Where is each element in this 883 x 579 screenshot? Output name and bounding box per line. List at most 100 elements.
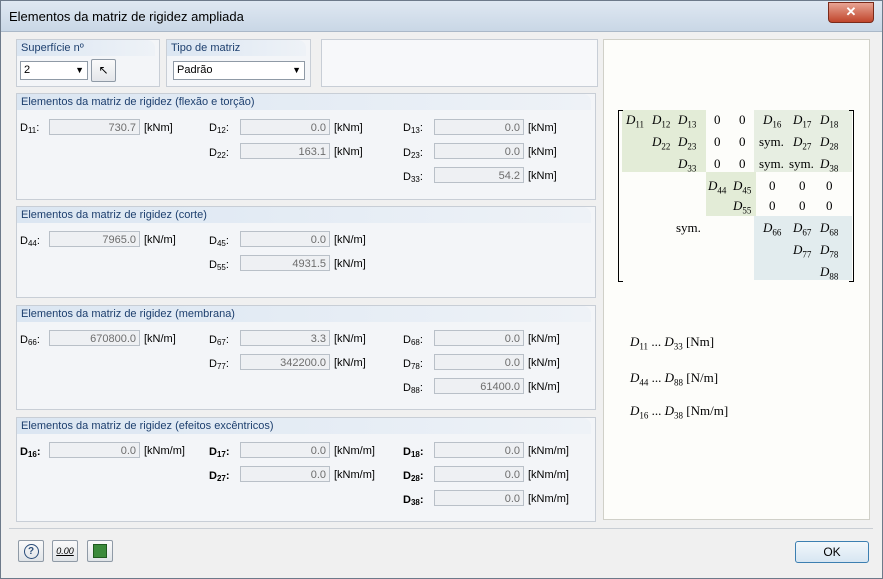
- d18-field[interactable]: 0.0: [434, 442, 524, 458]
- surface-label: Superfície nº: [17, 40, 155, 56]
- shear-group: Elementos da matriz de rigidez (corte): [16, 206, 596, 298]
- d16-field[interactable]: 0.0: [49, 442, 140, 458]
- d77-unit: [kN/m]: [334, 357, 366, 369]
- d16-unit: [kNm/m]: [144, 445, 185, 457]
- title-bar: Elementos da matriz de rigidez ampliada …: [1, 1, 882, 32]
- m-d88: D88: [820, 264, 839, 282]
- m-d45: D45: [733, 178, 752, 196]
- d18-unit: [kNm/m]: [528, 445, 569, 457]
- d28-unit: [kNm/m]: [528, 469, 569, 481]
- matrix-type-select[interactable]: Padrão ▼: [173, 61, 305, 80]
- m-d16: D16: [763, 112, 782, 130]
- d27-field[interactable]: 0.0: [240, 466, 330, 482]
- cursor-pick-icon: ↖: [98, 63, 109, 77]
- surface-group: Superfície nº 2 ▼ ↖: [16, 39, 160, 87]
- m-zero: 0: [714, 112, 721, 127]
- export-button[interactable]: [87, 540, 113, 562]
- m-d23: D23: [678, 134, 697, 152]
- d13-field[interactable]: 0.0: [434, 119, 524, 135]
- export-table-icon: [93, 544, 107, 558]
- d45-unit: [kN/m]: [334, 234, 366, 246]
- d38-unit: [kNm/m]: [528, 493, 569, 505]
- shear-title: Elementos da matriz de rigidez (corte): [17, 207, 591, 223]
- d16-label: D16:: [20, 446, 41, 459]
- d67-field[interactable]: 3.3: [240, 330, 330, 346]
- d12-field[interactable]: 0.0: [240, 119, 330, 135]
- d78-field[interactable]: 0.0: [434, 354, 524, 370]
- chevron-down-icon: ▼: [75, 65, 84, 75]
- d66-unit: [kN/m]: [144, 333, 176, 345]
- window-title: Elementos da matriz de rigidez ampliada: [9, 9, 244, 24]
- footer-separator: [9, 528, 873, 529]
- eccentric-title: Elementos da matriz de rigidez (efeitos …: [17, 418, 591, 434]
- surface-select[interactable]: 2 ▼: [20, 61, 88, 80]
- m-d67: D67: [793, 220, 812, 238]
- m-zero: 0: [769, 198, 776, 213]
- decimal-places-button[interactable]: 0.00: [52, 540, 78, 562]
- d11-label: D11:: [20, 122, 40, 135]
- d33-label: D33:: [403, 171, 423, 184]
- close-button[interactable]: ✕: [828, 2, 874, 23]
- d23-field[interactable]: 0.0: [434, 143, 524, 159]
- calculator-icon: 0.00: [56, 546, 74, 556]
- m-d33: D33: [678, 156, 697, 174]
- pick-surface-button[interactable]: ↖: [91, 59, 116, 82]
- d78-label: D78:: [403, 358, 423, 371]
- d68-field[interactable]: 0.0: [434, 330, 524, 346]
- m-zero: 0: [799, 178, 806, 193]
- d17-label: D17:: [209, 446, 230, 459]
- d45-field[interactable]: 0.0: [240, 231, 330, 247]
- d68-label: D68:: [403, 334, 423, 347]
- d67-unit: [kN/m]: [334, 333, 366, 345]
- help-button[interactable]: ?: [18, 540, 44, 562]
- d13-label: D13:: [403, 122, 423, 135]
- left-bracket: [618, 110, 623, 282]
- d33-field[interactable]: 54.2: [434, 167, 524, 183]
- m-d38: D38: [820, 156, 839, 174]
- d78-unit: [kN/m]: [528, 357, 560, 369]
- d38-field[interactable]: 0.0: [434, 490, 524, 506]
- d88-field[interactable]: 61400.0: [434, 378, 524, 394]
- d28-field[interactable]: 0.0: [434, 466, 524, 482]
- d55-field[interactable]: 4931.5: [240, 255, 330, 271]
- d66-field[interactable]: 670800.0: [49, 330, 140, 346]
- m-d28: D28: [820, 134, 839, 152]
- d17-field[interactable]: 0.0: [240, 442, 330, 458]
- matrix-illustration: D11 D12 D13 0 0 D16 D17 D18 D22 D23 0 0 …: [603, 39, 870, 520]
- d22-field[interactable]: 163.1: [240, 143, 330, 159]
- d77-label: D77:: [209, 358, 229, 371]
- legend-bending: D11 ... D33 [Nm]: [630, 334, 715, 352]
- d38-label: D38:: [403, 494, 424, 507]
- help-icon: ?: [23, 544, 39, 559]
- legend-eccentric: D16 ... D38 [Nm/m]: [630, 403, 729, 421]
- d27-label: D27:: [209, 470, 230, 483]
- legend-shear-membrane: D44 ... D88 [N/m]: [630, 370, 719, 388]
- chevron-down-icon: ▼: [292, 65, 301, 75]
- empty-panel: [321, 39, 598, 87]
- m-d66: D66: [763, 220, 782, 238]
- m-zero: 0: [769, 178, 776, 193]
- ok-button[interactable]: OK: [795, 541, 869, 563]
- m-d17: D17: [793, 112, 812, 130]
- d55-unit: [kN/m]: [334, 258, 366, 270]
- d88-unit: [kN/m]: [528, 381, 560, 393]
- m-zero: 0: [799, 198, 806, 213]
- d77-field[interactable]: 342200.0: [240, 354, 330, 370]
- m-d12: D12: [652, 112, 671, 130]
- d44-field[interactable]: 7965.0: [49, 231, 140, 247]
- d44-label: D44:: [20, 235, 40, 248]
- d88-label: D88:: [403, 382, 423, 395]
- d11-field[interactable]: 730.7: [49, 119, 140, 135]
- d23-unit: [kNm]: [528, 146, 557, 158]
- d22-label: D22:: [209, 147, 229, 160]
- m-zero: 0: [826, 178, 833, 193]
- m-sym: sym.: [759, 134, 784, 149]
- m-d68: D68: [820, 220, 839, 238]
- d22-unit: [kNm]: [334, 146, 363, 158]
- d12-unit: [kNm]: [334, 122, 363, 134]
- d13-unit: [kNm]: [528, 122, 557, 134]
- m-d18: D18: [820, 112, 839, 130]
- m-d27: D27: [793, 134, 812, 152]
- d23-label: D23:: [403, 147, 423, 160]
- m-d11: D11: [626, 112, 645, 130]
